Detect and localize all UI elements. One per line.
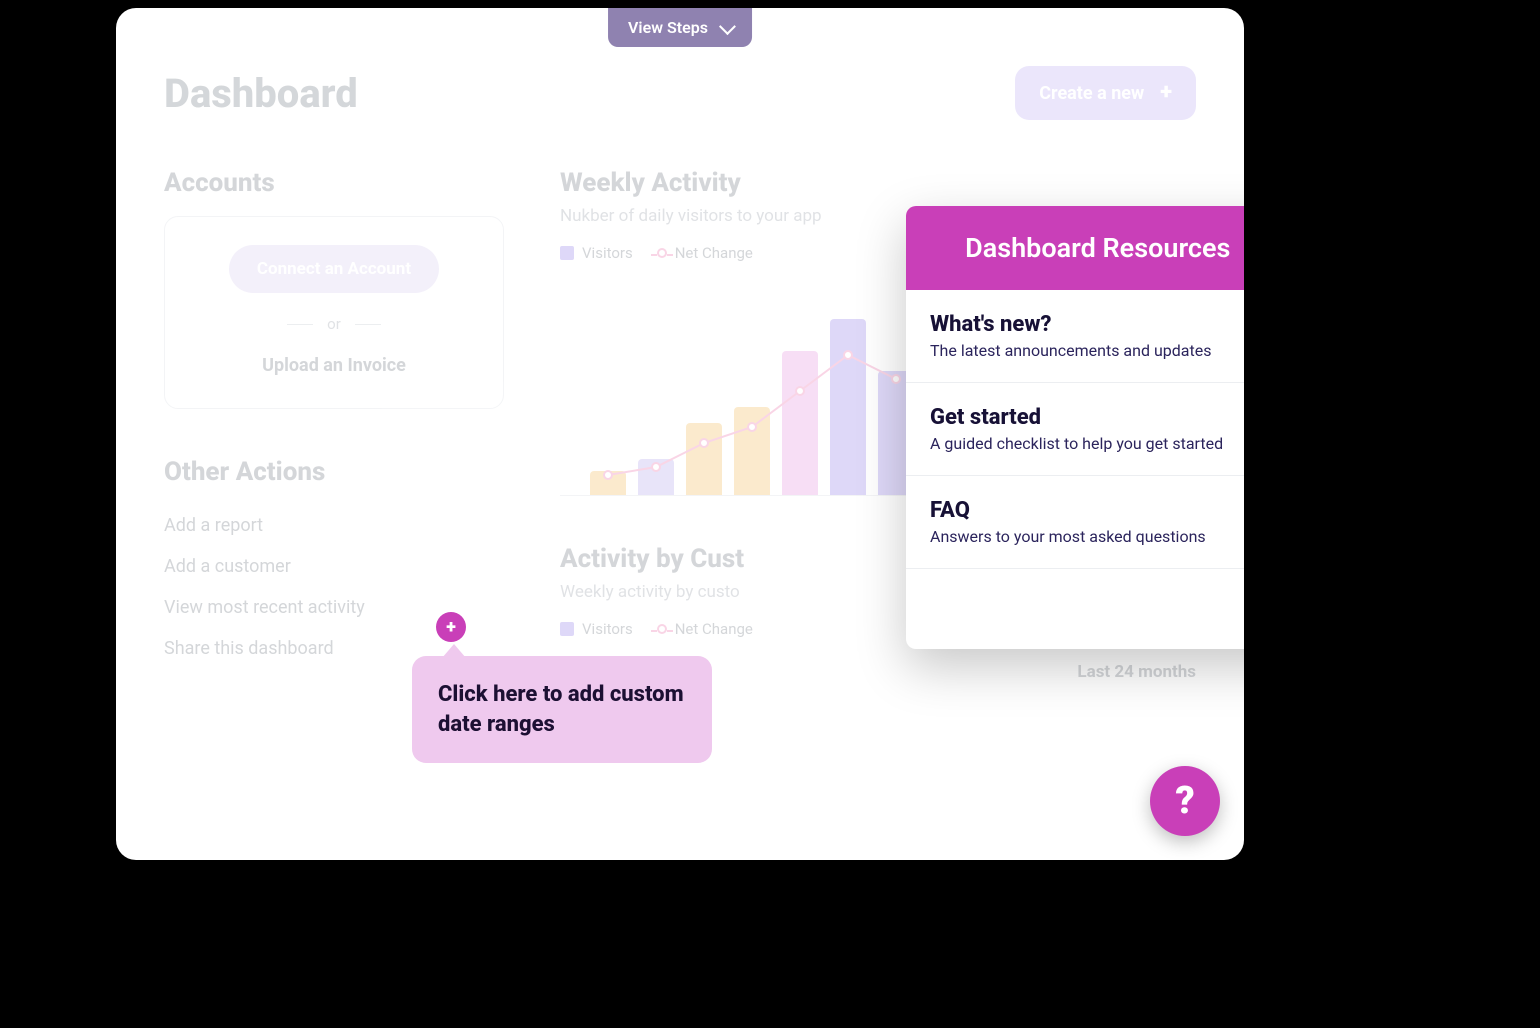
accounts-card: Connect an Account or Upload an Invoice [164, 216, 504, 409]
header-row: Dashboard Create a new + [164, 66, 1196, 120]
connect-account-button[interactable]: Connect an Account [229, 245, 439, 293]
tooltip-bubble: Click here to add custom date ranges [412, 656, 712, 763]
legend-visitors: Visitors [560, 244, 633, 262]
or-label: or [327, 315, 341, 333]
resources-footer-spacer [906, 569, 1244, 649]
action-add-report[interactable]: Add a report [164, 505, 504, 546]
other-actions-heading: Other Actions [164, 457, 504, 487]
resource-item-title: What's new? [930, 312, 1244, 337]
create-button-label: Create a new [1039, 83, 1144, 104]
resource-item-desc: Answers to your most asked questions [930, 527, 1244, 546]
share-plus-button[interactable]: + [436, 612, 466, 642]
create-new-button[interactable]: Create a new + [1015, 66, 1196, 120]
chevron-down-icon [719, 18, 736, 35]
help-fab[interactable]: ? [1150, 766, 1220, 836]
plus-icon: + [1160, 82, 1172, 104]
resource-faq[interactable]: FAQ Answers to your most asked questions [906, 476, 1244, 569]
view-steps-label: View Steps [628, 18, 708, 37]
plus-icon: + [446, 617, 456, 638]
resources-panel: Dashboard Resources ✕ What's new? The la… [906, 206, 1244, 649]
action-add-customer[interactable]: Add a customer [164, 546, 504, 587]
visitors-swatch-icon [560, 246, 574, 260]
resources-header: Dashboard Resources ✕ [906, 206, 1244, 290]
legend-visitors-2: Visitors [560, 620, 633, 638]
accounts-heading: Accounts [164, 168, 504, 198]
resource-whats-new[interactable]: What's new? The latest announcements and… [906, 290, 1244, 383]
resources-title: Dashboard Resources [930, 232, 1244, 264]
resource-item-title: Get started [930, 405, 1244, 430]
app-window: View Steps Dashboard Create a new + Acco… [116, 8, 1244, 860]
visitors-swatch-icon [560, 622, 574, 636]
weekly-activity-title: Weekly Activity [560, 168, 1196, 198]
net-change-dot-icon [657, 248, 667, 258]
resource-item-title: FAQ [930, 498, 1244, 523]
legend-net-change-2: Net Change [657, 620, 753, 638]
resource-get-started[interactable]: Get started A guided checklist to help y… [906, 383, 1244, 476]
net-change-dot-icon [657, 624, 667, 634]
or-divider: or [189, 315, 479, 333]
question-icon: ? [1175, 779, 1194, 823]
resource-item-desc: A guided checklist to help you get start… [930, 434, 1244, 453]
legend-net-change: Net Change [657, 244, 753, 262]
upload-invoice-link[interactable]: Upload an Invoice [189, 355, 479, 376]
view-steps-pill[interactable]: View Steps [608, 8, 752, 47]
resource-item-desc: The latest announcements and updates [930, 341, 1244, 360]
page-title: Dashboard [164, 70, 358, 117]
